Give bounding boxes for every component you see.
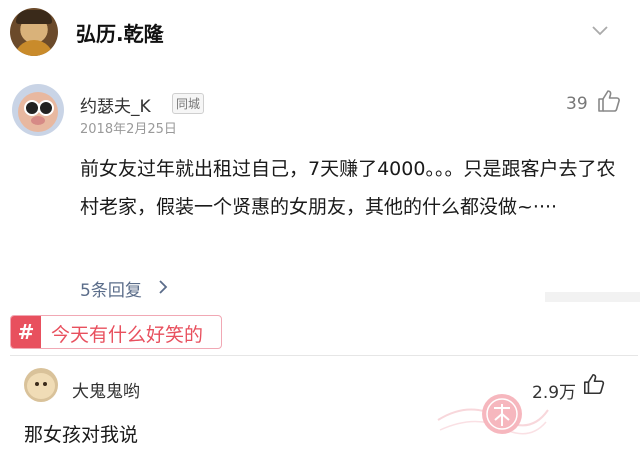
comment1-avatar[interactable] — [12, 84, 64, 136]
avatar-nose — [31, 116, 45, 125]
comment1-like-count: 39 — [566, 94, 588, 114]
header-title[interactable]: 弘历.乾隆 — [76, 18, 164, 47]
decorative-strip — [545, 292, 640, 302]
comment1-username[interactable]: 约瑟夫_K — [80, 92, 151, 117]
header-avatar[interactable] — [10, 8, 58, 56]
thumbs-up-icon[interactable] — [582, 372, 606, 396]
topic-tag[interactable]: # 今天有什么好笑的 — [10, 315, 222, 349]
divider — [10, 355, 638, 356]
avatar-eye-right — [43, 382, 47, 386]
comment1-text: 前女友过年就出租过自己，7天赚了4000。。。只是跟客户去了农村老家，假装一个贤… — [80, 158, 616, 218]
avatar-fur-shape — [27, 373, 55, 399]
avatar-eye-left — [35, 382, 39, 386]
view-replies-link[interactable]: 5条回复 — [80, 276, 142, 301]
avatar-eye-right — [38, 100, 54, 116]
comment2-avatar[interactable] — [24, 368, 58, 402]
location-badge: 同城 — [172, 93, 205, 114]
avatar-hat-shape — [16, 10, 52, 24]
comment2-username[interactable]: 大鬼鬼哟 — [72, 377, 140, 402]
comment1-date: 2018年2月25日 — [80, 122, 177, 137]
watermark-stamp — [437, 394, 549, 435]
chevron-down-icon[interactable] — [590, 20, 610, 40]
avatar-robe-shape — [14, 40, 54, 56]
thumbs-up-icon[interactable] — [596, 88, 622, 114]
comment2-text: 那女孩对我说 — [24, 424, 139, 446]
chevron-right-icon[interactable] — [156, 279, 170, 295]
hash-icon: # — [11, 316, 41, 348]
topic-label: 今天有什么好笑的 — [51, 324, 204, 346]
